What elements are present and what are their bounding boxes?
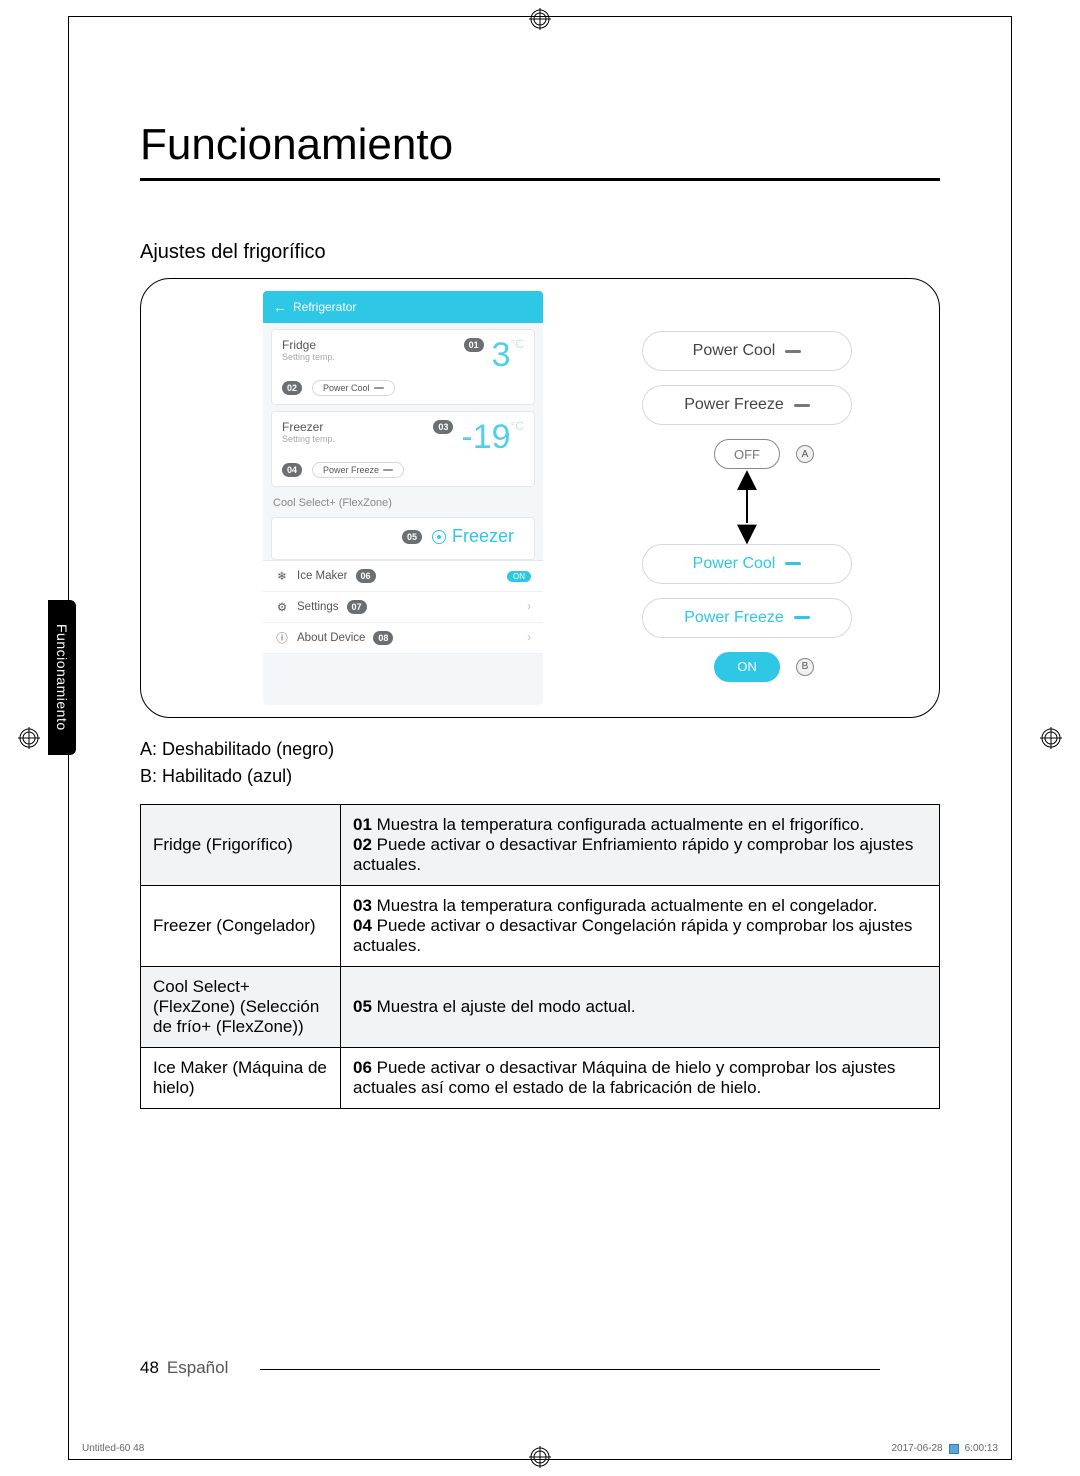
minus-icon (794, 404, 810, 407)
coolselect-label: Cool Select+ (FlexZone) (273, 497, 533, 509)
callout-badge-04: 04 (282, 463, 302, 477)
freezer-temp-value: -19°C (461, 420, 524, 454)
row4-left: Ice Maker (Máquina de hielo) (141, 1048, 341, 1109)
pill-comparison: Power Cool Power Freeze OFF A ▲▼ Power C… (567, 291, 927, 705)
callout-badge-03: 03 (433, 420, 453, 434)
row2-right: 03 Muestra la temperatura configurada ac… (341, 886, 940, 967)
minus-icon (794, 616, 810, 619)
page-title: Funcionamiento (140, 120, 940, 181)
legend-b: B: Habilitado (azul) (140, 763, 940, 790)
legend-a: A: Deshabilitado (negro) (140, 736, 940, 763)
power-cool-on-pill: Power Cool (642, 544, 852, 584)
row1-left: Fridge (Frigorífico) (141, 805, 341, 886)
minus-icon (785, 350, 801, 353)
freezer-card: Freezer Setting temp. 03 -19°C 04 Power … (271, 411, 535, 487)
fridge-card: Fridge Setting temp. 01 3°C 02 Power Coo… (271, 329, 535, 405)
table-row: Freezer (Congelador) 03 Muestra la tempe… (141, 886, 940, 967)
registration-mark-icon (1040, 727, 1062, 749)
callout-badge-02: 02 (282, 381, 302, 395)
table-row: Ice Maker (Máquina de hielo) 06 Puede ac… (141, 1048, 940, 1109)
registration-mark-icon (529, 8, 551, 30)
description-table: Fridge (Frigorífico) 01 Muestra la tempe… (140, 804, 940, 1109)
row3-right: 05 Muestra el ajuste del modo actual. (341, 967, 940, 1048)
label-a: A (796, 445, 814, 463)
row4-right: 06 Puede activar o desactivar Máquina de… (341, 1048, 940, 1109)
minus-icon (785, 562, 801, 565)
illustration-panel: ← Refrigerator Fridge Setting temp. 01 3… (140, 278, 940, 718)
page-footer: 48 Español (140, 1358, 228, 1378)
minus-icon (374, 387, 384, 389)
coolselect-value: Freezer (452, 526, 514, 547)
chevron-right-icon: › (527, 601, 531, 613)
table-row: Fridge (Frigorífico) 01 Muestra la tempe… (141, 805, 940, 886)
callout-badge-01: 01 (464, 338, 484, 352)
fridge-label: Fridge (282, 338, 335, 352)
callout-badge-06: 06 (356, 569, 376, 583)
ice-maker-toggle: ON (507, 571, 531, 582)
power-cool-off-pill: Power Cool (642, 331, 852, 371)
fridge-temp-value: 3°C (492, 338, 524, 372)
minus-icon (383, 469, 393, 471)
subheading: Ajustes del frigorífico (140, 241, 940, 264)
footer-rule (260, 1369, 880, 1370)
setting-temp-label: Setting temp. (282, 434, 335, 444)
registration-mark-icon (529, 1446, 551, 1468)
registration-mark-icon (18, 727, 40, 749)
coolselect-card: 05 Freezer (271, 517, 535, 560)
page-language: Español (167, 1358, 228, 1378)
power-freeze-pill-mini: Power Freeze (312, 462, 404, 478)
phone-app-bar: ← Refrigerator (263, 291, 543, 323)
power-cool-pill-mini: Power Cool (312, 380, 395, 396)
phone-screenshot: ← Refrigerator Fridge Setting temp. 01 3… (263, 291, 543, 705)
callout-badge-05: 05 (402, 530, 422, 544)
phone-settings-list: ❄ Ice Maker 06 ON ⚙ Settings 07 › ⓘ Abou… (263, 560, 543, 654)
freezer-label: Freezer (282, 420, 335, 434)
print-meta-right: 2017-06-28 6:00:13 (891, 1443, 998, 1454)
back-arrow-icon: ← (273, 299, 287, 315)
phone-app-title: Refrigerator (293, 300, 356, 314)
off-state-group: Power Cool Power Freeze OFF A (642, 331, 852, 469)
setting-temp-label: Setting temp. (282, 352, 335, 362)
callout-badge-08: 08 (373, 631, 393, 645)
ice-maker-row: ❄ Ice Maker 06 ON (263, 561, 543, 592)
legend: A: Deshabilitado (negro) B: Habilitado (… (140, 736, 940, 790)
ice-maker-icon: ❄ (275, 569, 289, 583)
info-icon: ⓘ (275, 631, 289, 645)
label-b: B (796, 658, 814, 676)
about-row: ⓘ About Device 08 › (263, 623, 543, 654)
side-tab: Funcionamiento (48, 600, 76, 755)
color-swatch-icon (949, 1444, 959, 1454)
row1-right: 01 Muestra la temperatura configurada ac… (341, 805, 940, 886)
chevron-right-icon: › (527, 632, 531, 644)
target-icon (432, 530, 446, 544)
updown-arrow-icon: ▲▼ (730, 469, 764, 544)
toggle-on: ON (714, 652, 780, 682)
row2-left: Freezer (Congelador) (141, 886, 341, 967)
table-row: Cool Select+ (FlexZone) (Selección de fr… (141, 967, 940, 1048)
row3-left: Cool Select+ (FlexZone) (Selección de fr… (141, 967, 341, 1048)
power-freeze-on-pill: Power Freeze (642, 598, 852, 638)
print-meta-left: Untitled-60 48 (82, 1443, 144, 1454)
on-state-group: Power Cool Power Freeze ON B (642, 544, 852, 682)
page-number: 48 (140, 1358, 159, 1378)
power-freeze-off-pill: Power Freeze (642, 385, 852, 425)
gear-icon: ⚙ (275, 600, 289, 614)
toggle-off: OFF (714, 439, 780, 469)
callout-badge-07: 07 (347, 600, 367, 614)
settings-row: ⚙ Settings 07 › (263, 592, 543, 623)
